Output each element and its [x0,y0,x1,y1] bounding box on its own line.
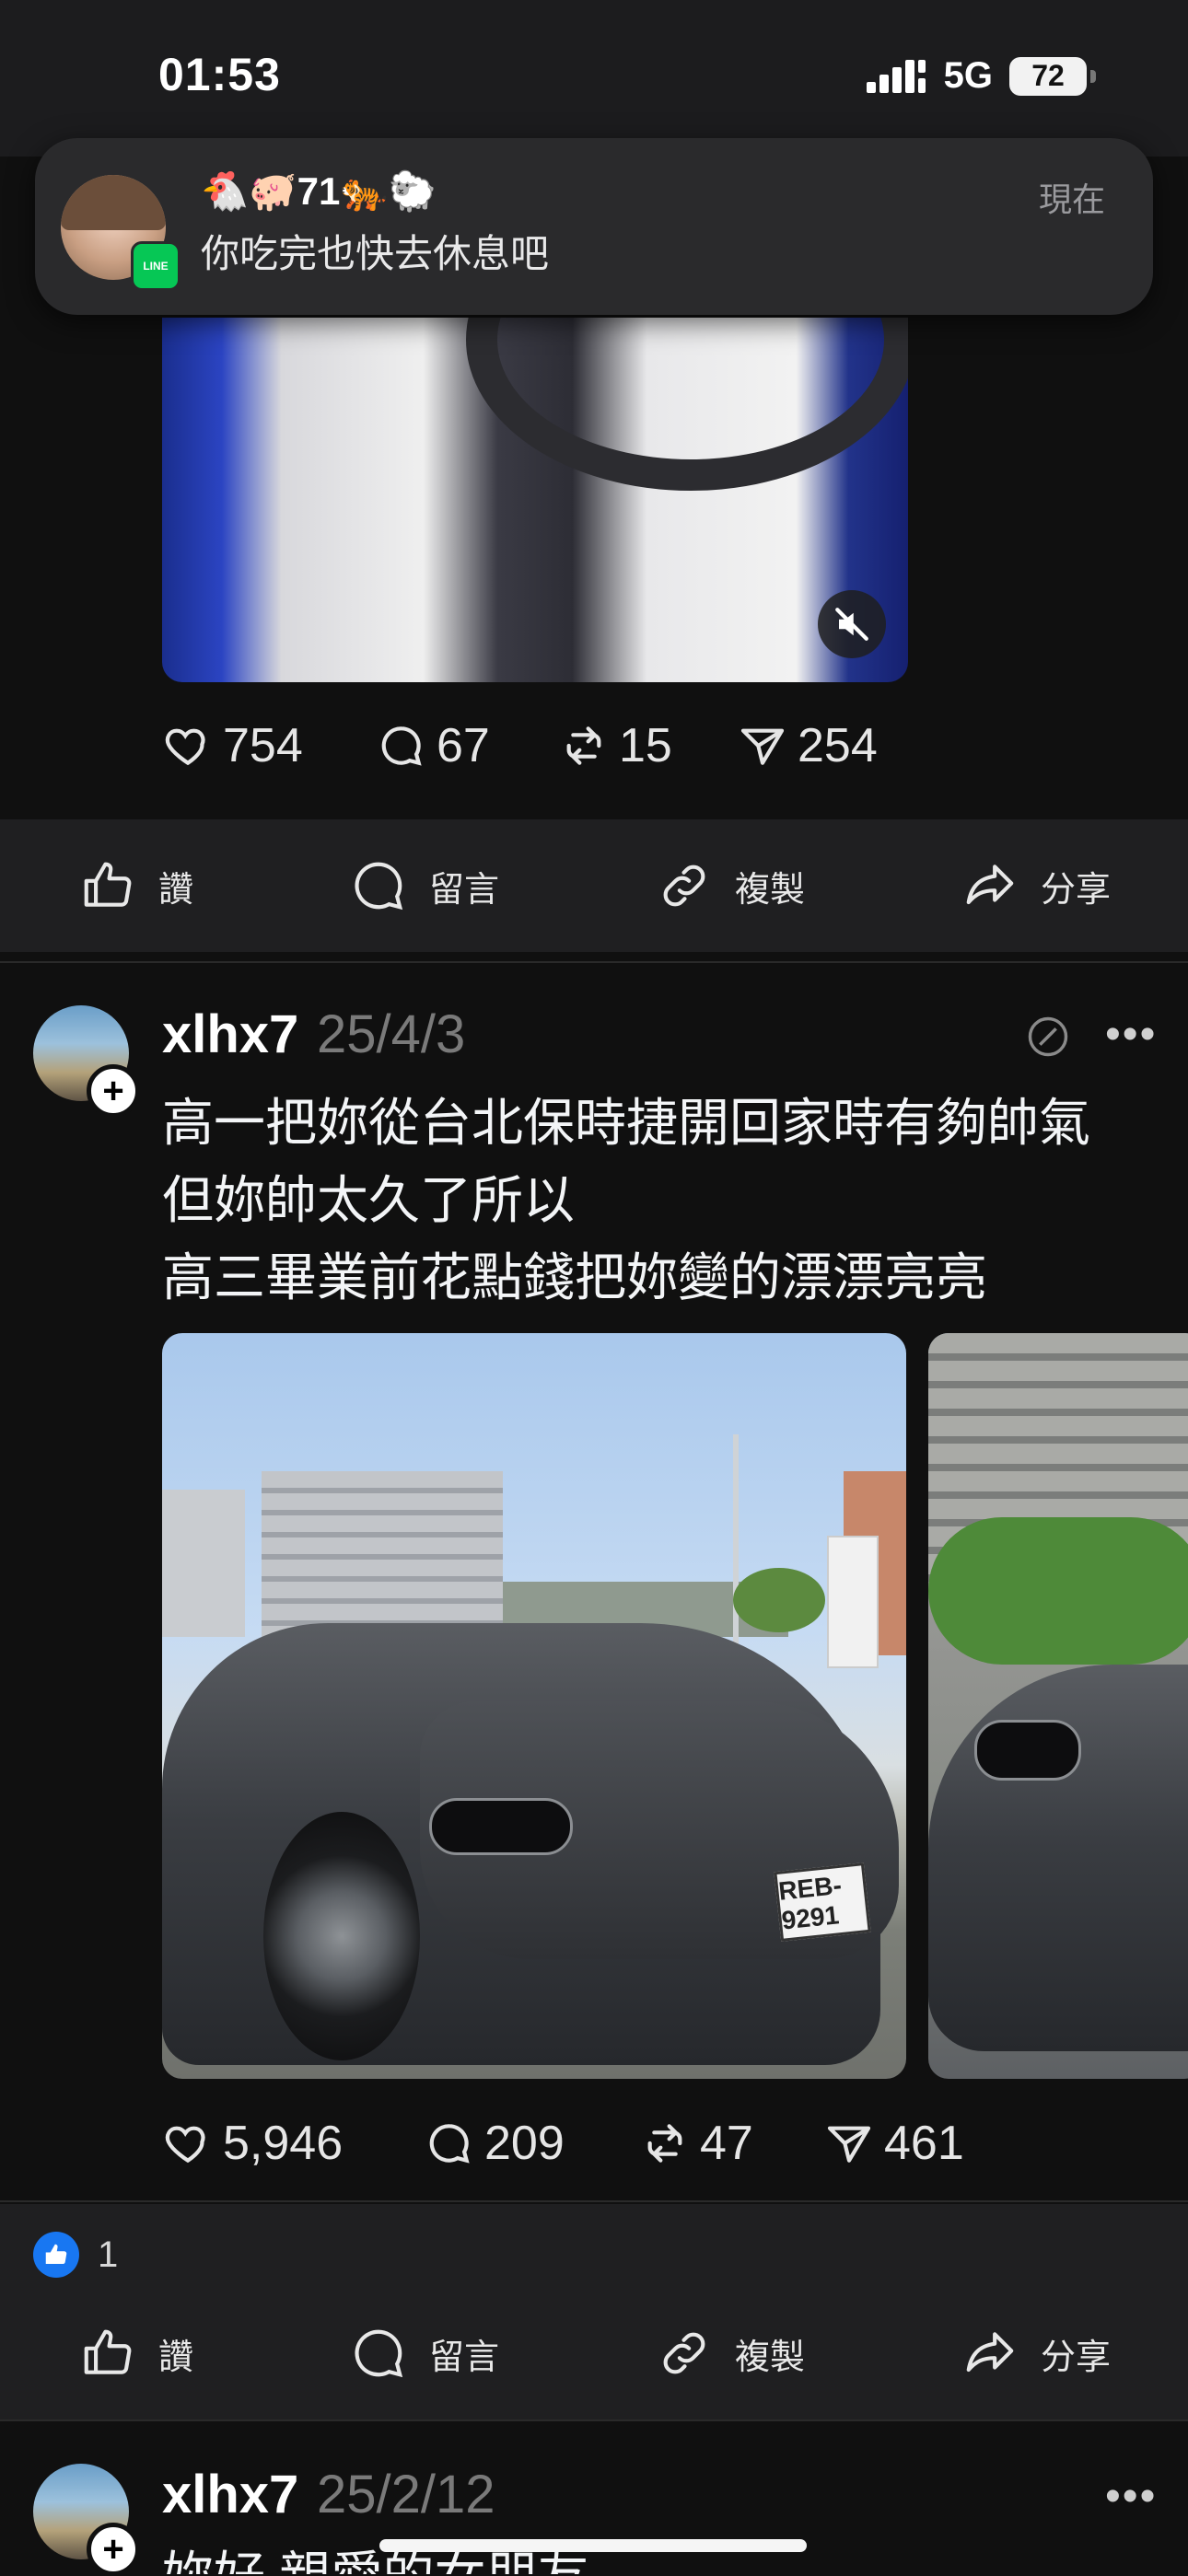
repost-count: 15 [619,719,672,772]
network-type: 5G [943,55,993,96]
comment-button-label: 留言 [429,2338,500,2377]
share-button[interactable]: 分享 [961,819,1111,952]
speaker-muted-icon [835,608,868,641]
comment-icon [381,726,422,766]
signal-icon [866,59,926,93]
share-stat[interactable]: 461 [823,2116,964,2171]
post-divider [0,961,1188,963]
mute-button[interactable] [818,590,886,658]
thumbs-up-icon [84,2329,132,2374]
post-video[interactable] [162,318,908,682]
reaction-summary-bar [0,2204,1188,2287]
status-time: 01:53 [158,49,281,100]
line-app-icon: LINE [131,241,181,291]
video-steering-wheel [466,318,908,491]
status-indicators: 5G 72 [866,55,1096,97]
like-reaction-icon [33,2232,79,2278]
post-divider [0,2419,1188,2421]
share-button-label: 分享 [1041,2338,1112,2377]
notification-time: 現在 [1038,180,1105,218]
post-1-photo-car[interactable]: REB-9291 [162,1333,906,2079]
like-button-label: 讚 [158,870,194,910]
repost-stat[interactable]: 15 [558,718,672,773]
post-1-date: 25/4/3 [317,1004,466,1064]
repost-stat[interactable]: 47 [639,2116,753,2171]
post-1-text-line: 高一把妳從台北保時捷開回家時有夠帥氣 [162,1094,1090,1152]
share-button[interactable]: 分享 [961,2287,1111,2419]
comment-bubble-icon [355,2329,403,2378]
comment-bubble-icon [355,862,403,911]
send-icon [827,2126,871,2163]
share-button-label: 分享 [1041,870,1112,910]
comment-icon [429,2124,470,2164]
link-icon [663,864,705,907]
post-2-username[interactable]: xlhx7 [162,2464,298,2525]
comment-stat[interactable]: 67 [376,718,490,773]
like-count: 754 [223,719,303,772]
post-top-stats: 754 67 15 254 [0,718,1188,773]
comment-stat[interactable]: 209 [424,2116,565,2171]
repost-icon [647,2124,682,2163]
post-1-stats: 5,946 209 47 461 [0,2116,1188,2171]
post-divider [0,2200,1188,2202]
copy-button-label: 複製 [735,2338,806,2377]
post-1-username[interactable]: xlhx7 [162,1004,298,1065]
battery-icon: 72 [1009,56,1096,96]
send-icon [740,728,785,765]
like-button[interactable]: 讚 [79,819,193,952]
post-1-text-line: 高三畢業前花點錢把妳變的漂漂亮亮 [162,1248,987,1306]
post-action-bar: 讚 留言 複製 分享 [0,2287,1188,2419]
share-arrow-icon [966,864,1014,905]
heart-icon [165,728,205,766]
link-icon [663,2332,705,2374]
comment-count: 67 [437,719,490,772]
line-app-label: LINE [143,260,169,273]
share-count: 461 [884,2117,964,2170]
comment-count: 209 [484,2117,565,2170]
comment-button-label: 留言 [429,870,500,910]
repost-count: 47 [700,2117,753,2170]
repost-icon [566,726,601,765]
comment-button[interactable]: 留言 [350,819,499,952]
notification-message: 你吃完也快去休息吧 [201,232,550,275]
like-stat[interactable]: 5,946 [162,2116,343,2171]
share-arrow-icon [966,2332,1014,2373]
more-options-icon[interactable]: ••• [1105,1009,1157,1060]
reaction-count: 1 [98,2234,119,2275]
like-count: 5,946 [223,2117,344,2170]
post-1-text: 高一把妳從台北保時捷開回家時有夠帥氣 但妳帥太久了所以 高三畢業前花點錢把妳變的… [162,1085,1090,1317]
like-stat[interactable]: 754 [162,718,303,773]
notification-title: 🐔🐖71🐅🐑 [201,169,437,213]
heart-icon [165,2126,205,2164]
post-1-text-line: 但妳帥太久了所以 [162,1171,575,1229]
follow-plus-button[interactable]: + [87,2523,140,2576]
edit-icon[interactable] [1024,1013,1072,1061]
copy-link-button[interactable]: 複製 [656,2287,805,2419]
home-indicator[interactable] [379,2539,807,2552]
follow-plus-button[interactable]: + [87,1064,140,1118]
share-count: 254 [798,719,878,772]
post-action-bar: 讚 留言 複製 分享 [0,819,1188,952]
like-button[interactable]: 讚 [79,2287,193,2419]
post-1-photo-car-2[interactable] [928,1333,1188,2079]
like-button-label: 讚 [158,2338,194,2377]
license-plate: REB-9291 [774,1862,871,1942]
comment-button[interactable]: 留言 [350,2287,499,2419]
copy-button-label: 複製 [735,870,806,910]
battery-level: 72 [1031,59,1065,92]
thumbs-up-icon [84,862,132,907]
more-options-icon[interactable]: ••• [1105,2471,1157,2522]
reaction-summary[interactable]: 1 [33,2232,118,2278]
copy-link-button[interactable]: 複製 [656,819,805,952]
share-stat[interactable]: 254 [737,718,878,773]
post-2-date: 25/2/12 [317,2465,495,2524]
line-notification-banner[interactable]: LINE 🐔🐖71🐅🐑 你吃完也快去休息吧 現在 [35,138,1153,315]
